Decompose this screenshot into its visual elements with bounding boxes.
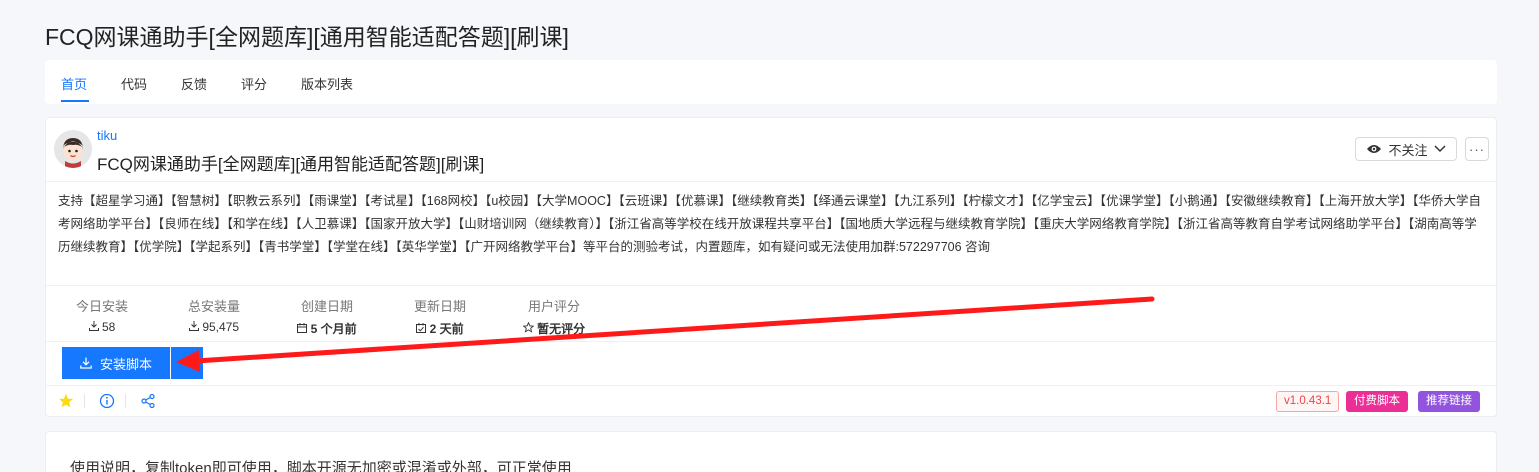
script-card: tiku FCQ网课通助手[全网题库][通用智能适配答题][刷课] 不关注 ··… xyxy=(45,117,1497,417)
stat-total-installs: 总安装量 95,475 xyxy=(164,296,264,334)
share-icon[interactable] xyxy=(140,393,156,409)
stat-value: 暂无评分 xyxy=(537,322,586,336)
stat-label: 总安装量 xyxy=(187,299,240,314)
stat-value: 58 xyxy=(101,320,116,334)
download-icon xyxy=(88,321,99,331)
stat-label: 用户评分 xyxy=(527,299,580,314)
stat-created: 创建日期 5 个月前 xyxy=(277,296,377,337)
page-title: FCQ网课通助手[全网题库][通用智能适配答题][刷课] xyxy=(45,24,569,50)
author-link[interactable]: tiku xyxy=(97,128,117,143)
stat-label: 今日安装 xyxy=(75,299,128,314)
stat-rating: 用户评分 暂无评分 xyxy=(504,296,604,337)
usage-text: 使用说明，复制token即可使用，脚本开源无加密或混淆或外部，可正常使用 xyxy=(70,460,572,472)
divider xyxy=(46,385,1496,386)
install-script-button[interactable]: 安装脚本 xyxy=(62,347,170,379)
star-icon[interactable] xyxy=(58,393,74,409)
chevron-down-icon xyxy=(1433,145,1446,153)
download-icon xyxy=(188,321,199,331)
tab-bar: 首页 代码 反馈 评分 版本列表 xyxy=(45,60,1497,104)
tab-versions[interactable]: 版本列表 xyxy=(301,74,353,93)
divider xyxy=(46,341,1496,342)
paid-script-tag[interactable]: 付费脚本 xyxy=(1346,391,1408,412)
divider xyxy=(46,285,1496,286)
download-icon xyxy=(80,357,92,369)
tab-home[interactable]: 首页 xyxy=(61,74,87,93)
divider xyxy=(125,394,126,408)
stat-today-installs: 今日安装 58 xyxy=(52,296,152,334)
tab-rating[interactable]: 评分 xyxy=(241,74,267,93)
version-tag: v1.0.43.1 xyxy=(1276,391,1340,412)
install-label: 安装脚本 xyxy=(99,356,152,372)
tab-code[interactable]: 代码 xyxy=(121,74,147,93)
script-description: 支持【超星学习通】【智慧树】【职教云系列】【雨课堂】【考试星】【168网校】【u… xyxy=(58,194,1481,254)
info-icon[interactable] xyxy=(99,393,115,409)
usage-card: 使用说明，复制token即可使用，脚本开源无加密或混淆或外部，可正常使用 xyxy=(45,431,1497,472)
active-tab-indicator xyxy=(61,100,89,102)
recommend-link-tag[interactable]: 推荐链接 xyxy=(1418,391,1480,412)
divider xyxy=(84,394,85,408)
calendar-check-icon xyxy=(416,323,427,333)
stat-value: 5 个月前 xyxy=(310,322,357,336)
install-options-dropdown[interactable] xyxy=(171,347,203,379)
stat-label: 更新日期 xyxy=(413,299,466,314)
follow-dropdown[interactable]: 不关注 xyxy=(1355,137,1457,161)
stat-value: 2 天前 xyxy=(429,322,464,336)
more-button[interactable]: ··· xyxy=(1465,137,1489,161)
star-outline-icon xyxy=(522,321,535,333)
script-name: FCQ网课通助手[全网题库][通用智能适配答题][刷课] xyxy=(97,155,485,174)
follow-label: 不关注 xyxy=(1388,142,1428,158)
eye-icon xyxy=(1367,145,1382,153)
avatar[interactable] xyxy=(54,130,92,168)
tab-feedback[interactable]: 反馈 xyxy=(181,74,207,93)
calendar-icon xyxy=(297,323,308,333)
stat-updated: 更新日期 2 天前 xyxy=(390,296,490,337)
divider xyxy=(46,181,1496,182)
stat-label: 创建日期 xyxy=(300,299,353,314)
stat-value: 95,475 xyxy=(202,320,240,334)
